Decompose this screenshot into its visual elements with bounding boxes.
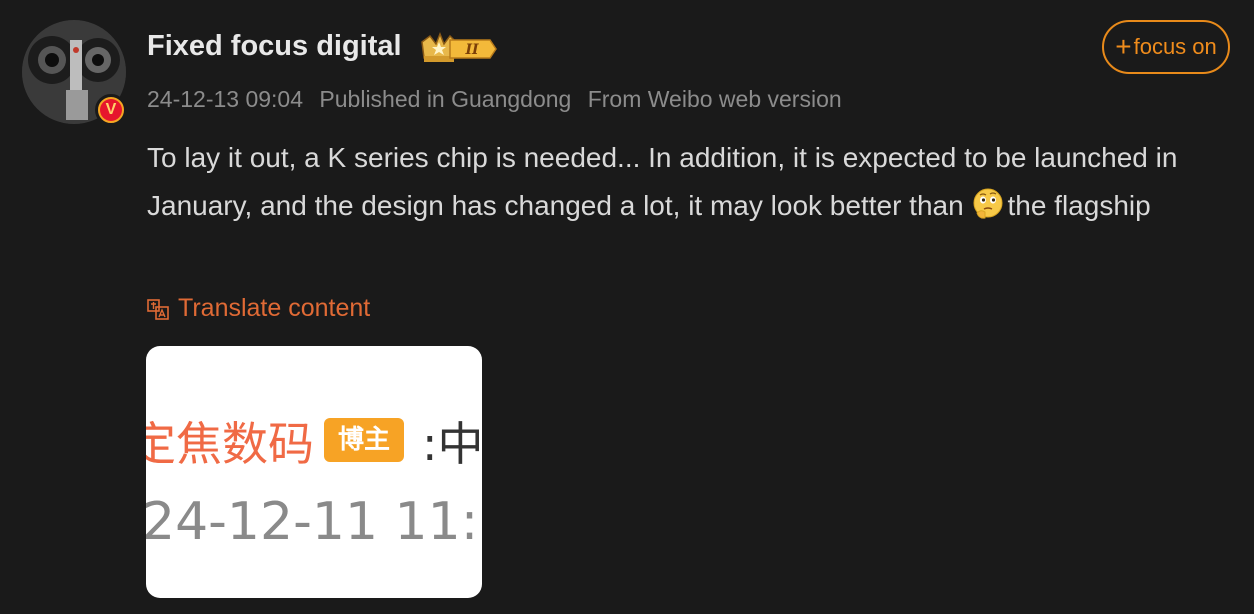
rank-badge-label: II xyxy=(464,42,479,58)
post-meta: 24-12-13 09:04 Published in Guangdong Fr… xyxy=(147,86,852,113)
verified-badge: V xyxy=(95,94,127,126)
translate-button[interactable]: Translate content xyxy=(146,294,370,323)
image-text-fragment: :中 xyxy=(422,417,482,471)
plus-icon: + xyxy=(1115,31,1132,62)
post-timestamp[interactable]: 24-12-13 09:04 xyxy=(147,86,303,112)
post-text: To lay it out, a K series chip is needed… xyxy=(147,134,1232,230)
translate-label: Translate content xyxy=(178,294,371,322)
follow-label: focus on xyxy=(1133,34,1217,59)
translate-icon xyxy=(147,298,169,320)
post-location: Published in Guangdong xyxy=(319,86,572,112)
verified-v-icon: V xyxy=(100,99,122,121)
follow-button[interactable]: + focus on xyxy=(1102,20,1230,74)
attached-image[interactable]: 定焦数码 博主 :中 24-12-11 11:25 xyxy=(146,346,482,598)
thinking-face-icon xyxy=(973,188,1003,219)
image-blogger-tag: 博主 xyxy=(324,418,404,462)
username[interactable]: Fixed focus digital xyxy=(147,30,402,63)
post-source: From Weibo web version xyxy=(587,86,842,112)
post-text-tail: the flagship xyxy=(1007,190,1151,221)
crown-rank-badge-icon: II xyxy=(421,32,497,62)
image-author-name: 定焦数码 xyxy=(146,417,314,471)
image-timestamp: 24-12-11 11:25 xyxy=(146,492,482,552)
